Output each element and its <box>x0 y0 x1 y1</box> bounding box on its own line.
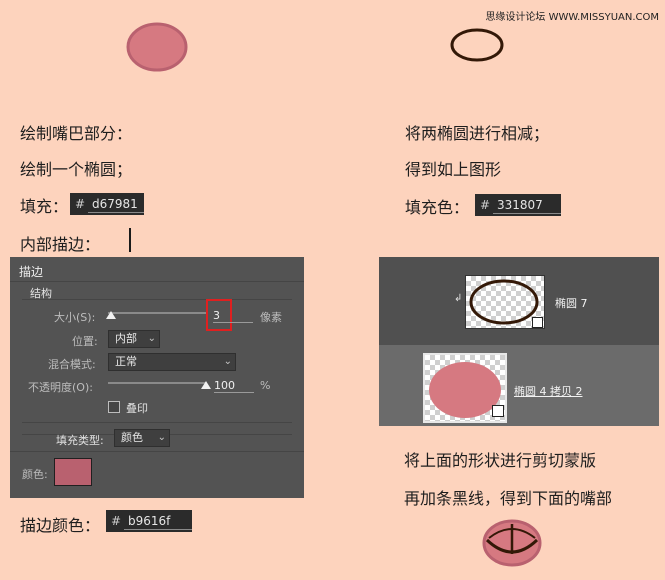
ring-fill-label: 填充色： <box>405 198 470 217</box>
opacity-slider-track[interactable] <box>108 382 206 384</box>
hash-icon: # <box>74 197 86 211</box>
layer-name: 椭圆 4 拷贝 2 <box>514 385 583 398</box>
step-draw-mouth: 绘制嘴巴部分： <box>20 124 133 143</box>
step-draw-ellipse: 绘制一个椭圆； <box>20 160 133 179</box>
ring-illustration <box>450 28 504 62</box>
opacity-unit: % <box>260 379 271 392</box>
stroke-color-label: 描边颜色： <box>20 516 101 535</box>
fill-hex-field[interactable]: # d67981 <box>70 193 144 215</box>
stroke-hex-value: b9616f <box>124 512 192 530</box>
fill-type-select[interactable]: 颜色 ⌄ <box>114 429 170 447</box>
ring-hex-field[interactable]: # 331807 <box>475 194 561 216</box>
stroke-hex-field[interactable]: # b9616f <box>106 510 192 532</box>
layer-row[interactable]: ↲ 椭圆 7 <box>379 257 659 345</box>
final-mouth-illustration <box>482 519 542 567</box>
hash-icon: # <box>110 514 122 528</box>
blend-select[interactable]: 正常 ⌄ <box>108 353 236 371</box>
fill-label: 填充： <box>20 197 69 216</box>
overprint-label: 叠印 <box>126 402 148 415</box>
size-input[interactable]: 3 <box>213 309 253 323</box>
watermark: 思缘设计论坛 WWW.MISSYUAN.COM <box>485 12 659 23</box>
layer-name: 椭圆 7 <box>555 297 588 310</box>
shape-layer-icon <box>492 405 504 417</box>
chevron-down-icon: ⌄ <box>147 333 156 344</box>
opacity-slider-thumb[interactable] <box>201 381 211 389</box>
fill-type-value: 颜色 <box>121 431 143 444</box>
blend-label: 混合模式: <box>48 358 96 371</box>
stroke-panel: 描边 结构 大小(S): 3 像素 位置: 内部 ⌄ 混合模式: 正常 ⌄ 不透… <box>10 257 304 498</box>
cursor-line <box>129 228 131 252</box>
position-select[interactable]: 内部 ⌄ <box>108 330 160 348</box>
layer-row[interactable]: 椭圆 4 拷贝 2 <box>379 345 659 426</box>
ring-hex-value: 331807 <box>493 196 561 214</box>
size-unit: 像素 <box>260 311 282 324</box>
panel-title: 描边 <box>19 265 44 279</box>
size-label: 大小(S): <box>54 311 96 324</box>
opacity-input[interactable]: 100 <box>214 379 254 393</box>
chevron-down-icon: ⌄ <box>223 356 232 367</box>
black-line-text: 再加条黑线，得到下面的嘴部 <box>404 489 613 508</box>
position-label: 位置: <box>72 335 98 348</box>
chevron-down-icon: ⌄ <box>157 432 166 443</box>
color-label: 颜色: <box>22 468 48 481</box>
hash-icon: # <box>479 198 491 212</box>
pink-ellipse-illustration <box>126 22 188 72</box>
opacity-label: 不透明度(O): <box>28 381 93 394</box>
overprint-checkbox[interactable] <box>108 401 120 413</box>
size-slider-track[interactable] <box>108 312 208 314</box>
shape-layer-icon <box>532 317 543 328</box>
fill-type-label: 填充类型: <box>56 434 104 447</box>
stroke-color-swatch[interactable] <box>54 458 92 486</box>
inner-stroke-label: 内部描边： <box>20 235 101 254</box>
position-value: 内部 <box>115 332 137 345</box>
clip-link-icon: ↲ <box>454 293 463 304</box>
clip-mask-text: 将上面的形状进行剪切蒙版 <box>404 451 597 470</box>
step-result: 得到如上图形 <box>405 160 502 179</box>
step-subtract: 将两椭圆进行相减； <box>405 124 550 143</box>
size-slider-thumb[interactable] <box>106 311 116 319</box>
layers-panel: ↲ 椭圆 7 椭圆 4 拷贝 2 <box>379 257 659 426</box>
blend-value: 正常 <box>115 355 137 368</box>
fill-hex-value: d67981 <box>88 195 144 213</box>
